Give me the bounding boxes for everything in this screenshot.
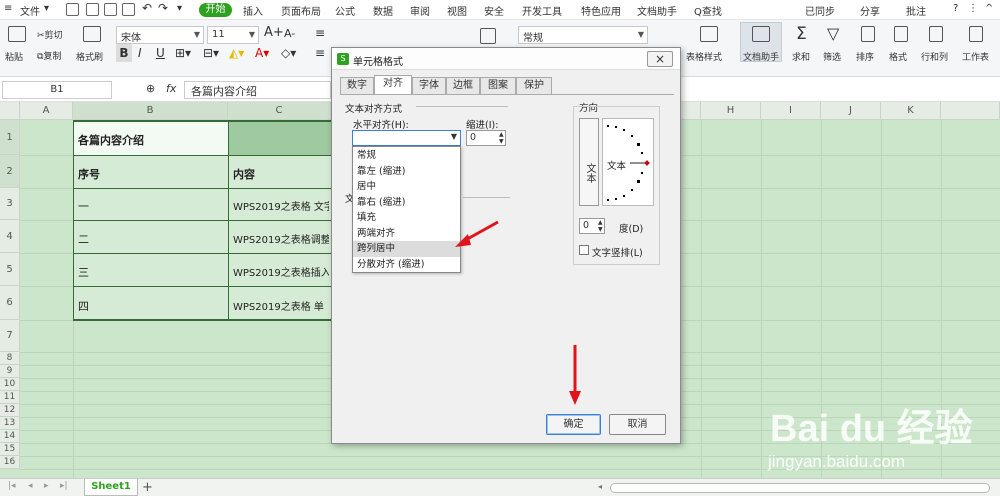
arrow-head (455, 234, 471, 247)
annotation-arrows (455, 220, 581, 405)
arrow-head (569, 391, 581, 405)
